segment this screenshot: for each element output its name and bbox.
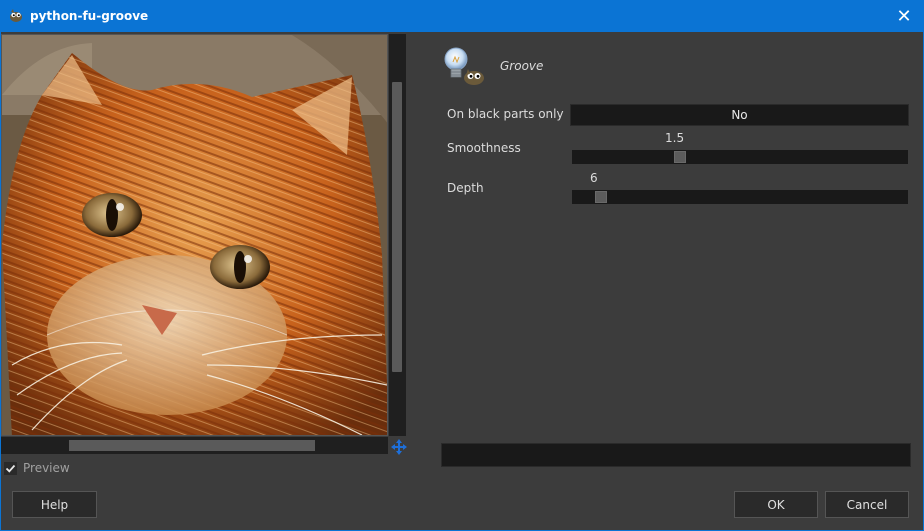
preview-image[interactable] [1,34,388,436]
progress-bar [441,443,911,467]
python-fu-lightbulb-icon [444,47,484,85]
cancel-button[interactable]: Cancel [825,491,909,518]
cat-image [2,35,387,435]
checkmark-icon [5,464,16,473]
close-button[interactable]: ✕ [884,0,924,32]
black-parts-value: No [731,108,748,122]
preview-horizontal-scrollbar[interactable] [1,437,388,454]
procedure-header: Groove [442,46,543,86]
help-button[interactable]: Help [12,491,97,518]
vertical-scroll-thumb[interactable] [392,82,402,372]
smoothness-label: Smoothness [447,141,521,155]
title-bar: python-fu-groove ✕ [0,0,924,32]
preview-label: Preview [23,461,70,475]
depth-value: 6 [590,171,598,185]
close-icon: ✕ [896,5,912,27]
smoothness-slider-handle[interactable] [674,151,687,163]
preview-toggle[interactable]: Preview [4,461,70,475]
window-title: python-fu-groove [30,9,149,23]
depth-slider[interactable] [572,190,908,204]
smoothness-slider[interactable] [572,150,908,164]
move-arrows-icon[interactable] [389,437,409,457]
depth-slider-handle[interactable] [594,191,607,203]
ok-button[interactable]: OK [734,491,818,518]
black-parts-combo[interactable]: No [570,104,909,126]
procedure-name: Groove [500,59,544,73]
gimp-wilber-icon [10,9,22,22]
black-parts-label: On black parts only [447,107,564,121]
preview-vertical-scrollbar[interactable] [389,34,406,436]
smoothness-value: 1.5 [665,131,685,145]
depth-label: Depth [447,181,484,195]
preview-checkbox[interactable] [4,461,17,475]
horizontal-scroll-thumb[interactable] [69,440,315,451]
